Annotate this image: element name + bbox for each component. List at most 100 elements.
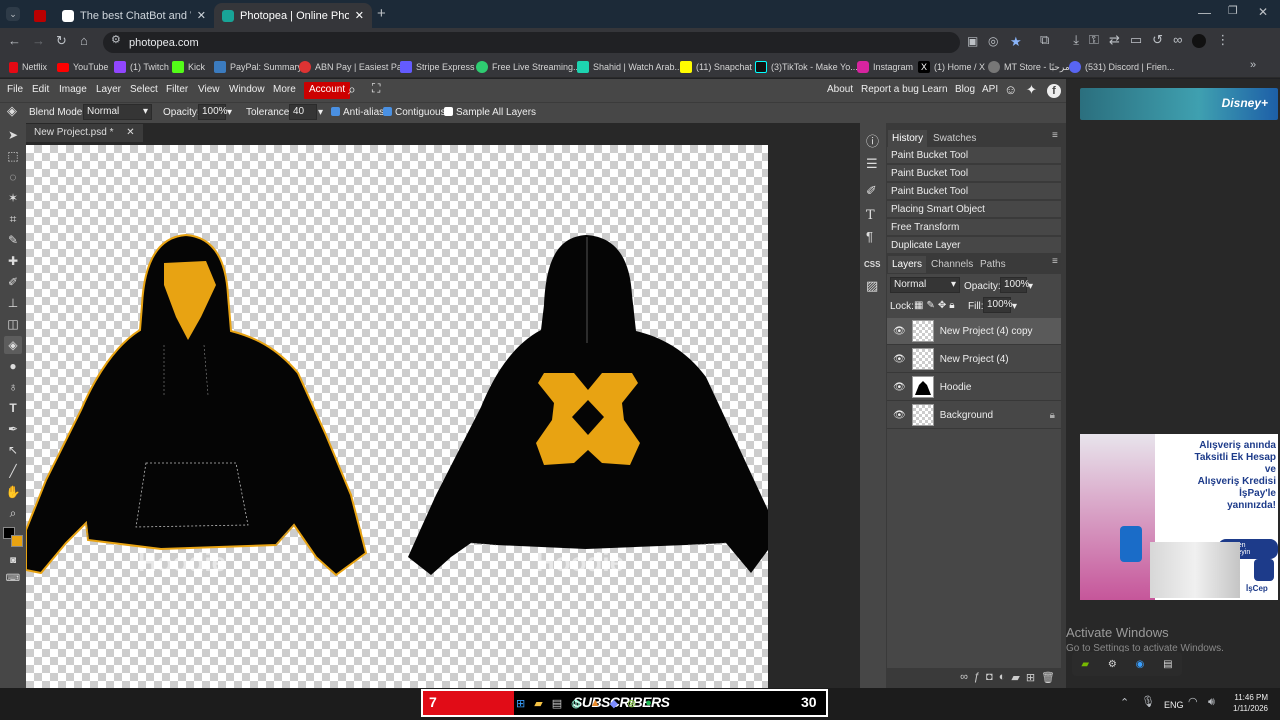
eye-icon[interactable]: 👁︎ (893, 382, 906, 393)
eraser-tool-icon[interactable]: ◫ (4, 315, 22, 333)
menu-learn[interactable]: Learn (922, 84, 948, 95)
reload-icon[interactable]: ↻ (56, 34, 67, 47)
bookmark-streaming[interactable]: Free Live Streaming... (476, 58, 581, 76)
show-hidden-icons[interactable]: ⌃ (1120, 698, 1129, 709)
menu-view[interactable]: View (198, 84, 220, 95)
translate-icon[interactable]: ⇄ (1109, 33, 1120, 48)
tab-pinned[interactable] (30, 3, 50, 28)
bookmark-mtstore[interactable]: MT Store - مرحبًا (988, 58, 1070, 76)
app-icon[interactable]: ▤ (1163, 659, 1172, 670)
home-icon[interactable]: ⌂ (80, 34, 88, 47)
screen-mode-icon[interactable]: ⌨ (4, 570, 22, 588)
character-icon[interactable]: T (866, 209, 875, 222)
download-icon[interactable]: ⤓ (1073, 33, 1079, 48)
menu-edit[interactable]: Edit (32, 84, 49, 95)
eyedropper-icon[interactable]: ✎ (4, 231, 22, 249)
chevron-down-icon[interactable]: ▾ (1012, 301, 1017, 312)
bookmark-twitch[interactable]: (1) Twitch (114, 58, 169, 76)
back-icon[interactable]: ← (8, 34, 21, 47)
layer-row[interactable]: 👁︎ Hoodie (887, 374, 1061, 401)
adjustment-layer-icon[interactable]: ◐ (999, 671, 1006, 685)
bookmark-tiktok[interactable]: (3)TikTok - Make Yo... (755, 58, 858, 76)
crop-tool-icon[interactable]: ⌗ (4, 210, 22, 228)
anti-alias-checkbox[interactable]: Anti-alias (331, 107, 384, 118)
bookmark-snapchat[interactable]: (11) Snapchat (680, 58, 752, 76)
new-layer-icon[interactable]: ⊞ (1026, 671, 1035, 685)
document-canvas[interactable]: Hoodie Hoodie (26, 145, 768, 688)
close-icon[interactable]: ✕ (197, 9, 206, 22)
pen-tool-icon[interactable]: ✒ (4, 420, 22, 438)
history-item[interactable]: Paint Bucket Tool (887, 147, 1061, 164)
bookmark-instagram[interactable]: Instagram (857, 58, 913, 76)
fullscreen-icon[interactable]: ⛶ (372, 82, 380, 94)
bookmark-x[interactable]: X (1) Home / X (918, 58, 985, 76)
address-bar[interactable]: ⚙ photopea.com ▣ ◎ ★ (103, 32, 1022, 53)
paragraph-icon[interactable]: ¶ (866, 230, 873, 243)
history-item[interactable]: Duplicate Layer (887, 237, 1061, 254)
app-icon[interactable]: ▲ (590, 697, 601, 710)
close-icon[interactable]: ✕ (126, 127, 134, 138)
marquee-tool-icon[interactable]: ⬚ (4, 147, 22, 165)
zoom-tool-icon[interactable]: ⌕ (4, 504, 22, 522)
bookmark-discord[interactable]: (531) Discord | Frien... (1069, 58, 1174, 76)
tolerance-input[interactable]: 40 (289, 104, 317, 120)
menu-layer[interactable]: Layer (96, 84, 121, 95)
layer-row[interactable]: 👁︎ New Project (4) (887, 346, 1061, 373)
reddit-icon[interactable]: ☺ (1004, 83, 1017, 96)
tab-swatches[interactable]: Swatches (933, 133, 976, 144)
minimize-icon[interactable]: — (1198, 6, 1211, 19)
menu-blog[interactable]: Blog (955, 84, 975, 95)
top-ad-banner[interactable]: Disney+ (1080, 88, 1278, 120)
bookmark-kick[interactable]: Kick (172, 58, 205, 76)
fill-input[interactable]: 100% (983, 297, 1013, 313)
quick-mask-icon[interactable]: ◙ (4, 552, 22, 570)
trash-icon[interactable]: 🗑︎ (1041, 671, 1055, 685)
close-icon[interactable]: ✕ (355, 9, 364, 22)
tab-layers[interactable]: Layers (888, 256, 927, 273)
menu-report-bug[interactable]: Report a bug (861, 84, 919, 95)
side-ad-banner[interactable]: Alışveriş anında Taksitli Ek Hesap ve Al… (1080, 434, 1278, 600)
move-tool-icon[interactable]: ➤ (4, 126, 22, 144)
blend-mode-select[interactable]: Normal ▾ (83, 104, 152, 120)
facebook-icon[interactable]: f (1047, 84, 1061, 98)
hand-tool-icon[interactable]: ✋ (4, 483, 22, 501)
kebab-menu-icon[interactable]: ⋮ (1216, 33, 1229, 48)
type-tool-icon[interactable]: T (4, 399, 22, 417)
window-close-icon[interactable]: ✕ (1258, 6, 1268, 18)
layer-row[interactable]: 👁︎ New Project (4) copy (887, 318, 1061, 345)
healing-brush-icon[interactable]: ✚ (4, 252, 22, 270)
new-tab-icon[interactable]: + (377, 6, 386, 21)
paint-bucket-icon[interactable]: ◈ (4, 336, 22, 354)
document-tab[interactable]: New Project.psd * ✕ (26, 124, 143, 142)
path-select-icon[interactable]: ↖ (4, 441, 22, 459)
line-tool-icon[interactable]: ╱ (4, 462, 22, 480)
lasso-tool-icon[interactable]: ◌ (4, 168, 22, 186)
bookmark-paypal[interactable]: PayPal: Summary (214, 58, 302, 76)
sample-all-checkbox[interactable]: Sample All Layers (444, 107, 536, 118)
layer-blend-select[interactable]: Normal ▾ (890, 277, 960, 293)
brush-tool-icon[interactable]: ✐ (4, 273, 22, 291)
tab-search-icon[interactable]: ⌄ (6, 7, 20, 21)
contiguous-checkbox[interactable]: Contiguous (383, 107, 446, 118)
panel-menu-icon[interactable]: ≡ (1052, 257, 1058, 267)
file-explorer-icon[interactable]: ▰ (534, 697, 542, 710)
forward-icon[interactable]: → (32, 34, 45, 47)
menu-more[interactable]: More (273, 84, 296, 95)
background-color-swatch[interactable] (11, 535, 23, 547)
language-indicator[interactable]: ENG (1164, 700, 1184, 710)
info-icon[interactable]: ⓘ (866, 135, 879, 148)
bookmark-stripe[interactable]: Stripe Express (400, 58, 475, 76)
volume-icon[interactable]: 🔊︎ (1208, 697, 1215, 708)
adjustments-icon[interactable]: ☰ (866, 157, 878, 170)
store-icon[interactable]: ▤ (552, 697, 562, 710)
nvidia-icon[interactable]: ▰ (1081, 659, 1089, 670)
eye-icon[interactable]: 👁︎ (893, 410, 906, 421)
mask-icon[interactable]: ◘ (986, 671, 993, 685)
profile-avatar[interactable] (1192, 34, 1207, 48)
eye-off-icon[interactable]: ◎ (988, 35, 998, 47)
menu-about[interactable]: About (827, 84, 853, 95)
history-item[interactable]: Placing Smart Object (887, 201, 1061, 218)
menu-window[interactable]: Window (229, 84, 265, 95)
restore-icon[interactable]: ❐ (1228, 6, 1238, 17)
menu-image[interactable]: Image (59, 84, 87, 95)
